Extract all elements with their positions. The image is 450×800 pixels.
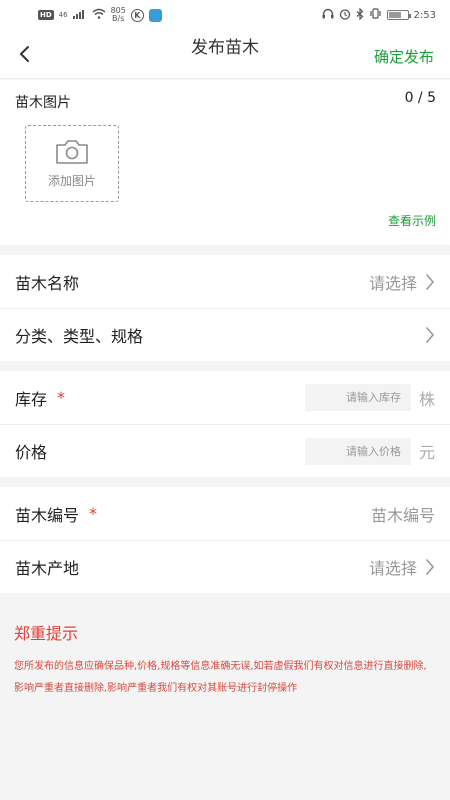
- signal-icon: [72, 9, 87, 22]
- code-label: 苗木编号: [15, 505, 80, 525]
- photo-section: 苗木图片 0 / 5 添加图片 查看示例: [0, 80, 450, 245]
- name-row[interactable]: 苗木名称 请选择: [0, 255, 450, 308]
- bluetooth-icon: [356, 7, 364, 23]
- stock-label: 库存: [15, 389, 48, 409]
- clock: 2:53: [413, 9, 436, 21]
- price-label: 价格: [15, 443, 48, 462]
- photo-count: 0 / 5: [404, 90, 436, 106]
- category-row[interactable]: 分类、类型、规格: [0, 308, 450, 361]
- origin-label: 苗木产地: [15, 559, 80, 578]
- hd-badge: HD: [38, 10, 54, 20]
- required-mark: *: [57, 388, 66, 407]
- confirm-publish-button[interactable]: 确定发布: [374, 46, 434, 67]
- basic-info-group: 苗木名称 请选择 分类、类型、规格: [0, 255, 450, 361]
- stock-unit: 株: [418, 389, 435, 409]
- add-photo-label: 添加图片: [47, 174, 96, 188]
- network-speed: 805 B/s: [110, 6, 126, 23]
- notice-section: 郑重提示 您所发布的信息应确保品种,价格,规格等信息准确无误,如若虚假我们有权对…: [14, 620, 434, 700]
- chevron-right-icon: [425, 273, 435, 291]
- vibrate-icon: [369, 8, 382, 22]
- code-origin-group: 苗木编号 * 苗木编号 苗木产地 请选择: [0, 487, 450, 593]
- photo-label: 苗木图片: [15, 95, 71, 111]
- name-label: 苗木名称: [15, 273, 80, 293]
- network-type: 46: [58, 11, 68, 19]
- camera-icon: [56, 140, 88, 164]
- headset-icon: [322, 8, 334, 22]
- status-bar: HD 46 805 B/s K 2:53: [0, 0, 450, 30]
- stock-row: 库存 * 株: [0, 371, 450, 424]
- required-mark: *: [89, 504, 98, 523]
- view-example-link[interactable]: 查看示例: [388, 212, 436, 229]
- app-notification-icon: [148, 8, 162, 22]
- add-photo-button[interactable]: 添加图片: [25, 125, 119, 202]
- notice-body: 您所发布的信息应确保品种,价格,规格等信息准确无误,如若虚假我们有权对信息进行直…: [14, 661, 427, 694]
- stock-price-group: 库存 * 株 价格 元: [0, 371, 450, 477]
- name-select-value: 请选择: [368, 273, 417, 293]
- category-label: 分类、类型、规格: [15, 327, 144, 346]
- price-unit: 元: [418, 443, 435, 462]
- nav-bar: 发布苗木 确定发布: [0, 30, 450, 79]
- stock-input[interactable]: [304, 384, 411, 411]
- origin-row[interactable]: 苗木产地 请选择: [0, 540, 450, 593]
- notice-title: 郑重提示: [14, 624, 79, 643]
- app-k-icon: K: [130, 8, 144, 22]
- chevron-right-icon: [425, 558, 435, 576]
- price-input[interactable]: [304, 437, 411, 465]
- origin-select-value: 请选择: [368, 559, 417, 578]
- price-row: 价格 元: [0, 424, 450, 477]
- alarm-icon: [339, 8, 351, 23]
- chevron-right-icon: [425, 326, 435, 344]
- code-input[interactable]: 苗木编号: [371, 502, 435, 526]
- battery-icon: [386, 10, 411, 20]
- wifi-icon: [92, 8, 106, 22]
- code-row[interactable]: 苗木编号 * 苗木编号: [0, 487, 450, 540]
